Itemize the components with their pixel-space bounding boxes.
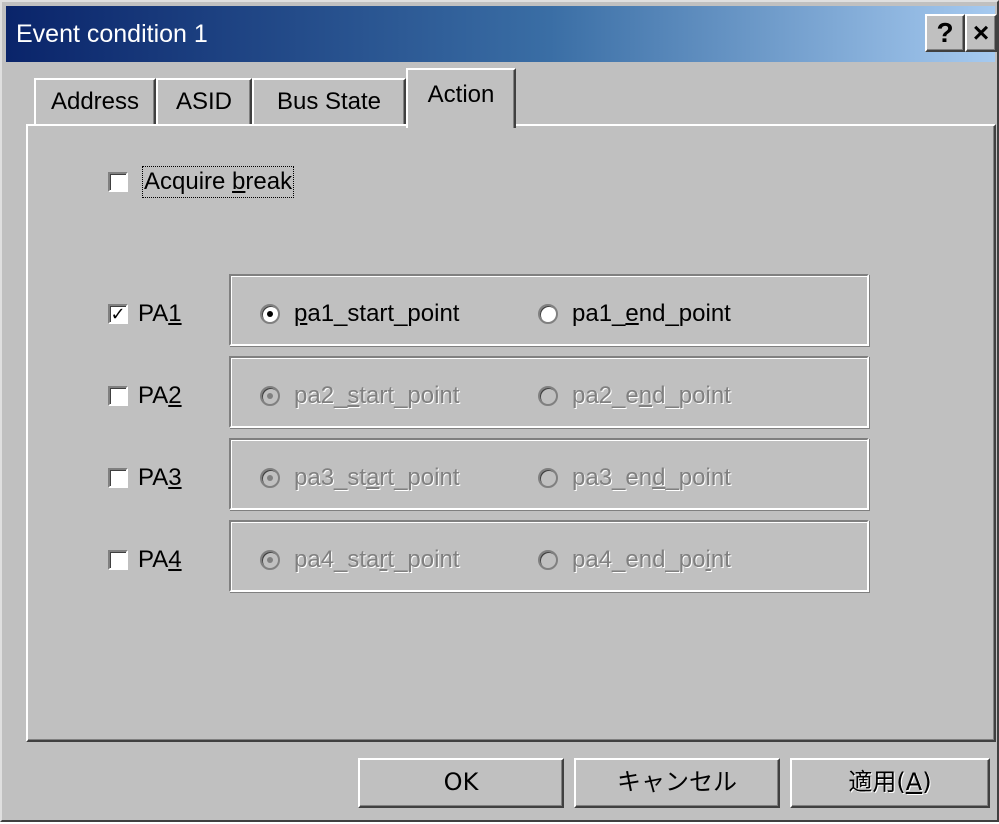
acquire-break-label[interactable]: Acquire break bbox=[141, 166, 295, 198]
pa2-checkbox[interactable] bbox=[108, 386, 128, 406]
ok-button-label: OK bbox=[443, 768, 479, 796]
pa4-end-label[interactable]: pa4_end_point bbox=[572, 546, 731, 574]
pa4-start-label[interactable]: pa4_start_point bbox=[294, 546, 459, 574]
cancel-button[interactable]: キャンセル bbox=[574, 758, 780, 808]
pa3-label: PA3 bbox=[138, 464, 182, 491]
pa2-start-label[interactable]: pa2_start_point bbox=[294, 382, 459, 410]
ok-button[interactable]: OK bbox=[358, 758, 564, 808]
event-condition-dialog: Event condition 1 ? × Address ASID Bus S… bbox=[0, 0, 999, 822]
pa2-end-label[interactable]: pa2_end_point bbox=[572, 382, 731, 410]
cancel-button-label: キャンセル bbox=[617, 768, 737, 796]
pa2-start-radio[interactable] bbox=[260, 386, 280, 406]
pa2-end-radio[interactable] bbox=[538, 386, 558, 406]
apply-button[interactable]: 適用(A) bbox=[790, 758, 990, 808]
pa3-start-radio[interactable] bbox=[260, 468, 280, 488]
pa3-checkbox[interactable] bbox=[108, 468, 128, 488]
pa4-label: PA4 bbox=[138, 546, 182, 573]
pa1-checkbox[interactable]: ✓ bbox=[108, 304, 128, 324]
acquire-break-checkbox[interactable] bbox=[108, 172, 128, 192]
pa1-start-radio[interactable] bbox=[260, 304, 280, 324]
pa4-start-radio[interactable] bbox=[260, 550, 280, 570]
pa1-label: PA1 bbox=[138, 300, 182, 327]
pa1-end-radio[interactable] bbox=[538, 304, 558, 324]
pa1-end-label[interactable]: pa1_end_point bbox=[572, 300, 731, 328]
apply-button-label: 適用(A) bbox=[848, 768, 932, 796]
pa4-checkbox[interactable] bbox=[108, 550, 128, 570]
tab-action[interactable]: Action bbox=[406, 68, 516, 128]
pa3-end-label[interactable]: pa3_end_point bbox=[572, 464, 731, 492]
pa3-start-label[interactable]: pa3_start_point bbox=[294, 464, 459, 492]
pa1-start-label[interactable]: pa1_start_point bbox=[294, 300, 459, 328]
tab-action-label: Action bbox=[427, 81, 495, 108]
action-tab-panel: Acquire break ✓ PA1 pa1_start_point pa1_… bbox=[26, 124, 996, 742]
pa3-end-radio[interactable] bbox=[538, 468, 558, 488]
pa4-end-radio[interactable] bbox=[538, 550, 558, 570]
checkmark-icon: ✓ bbox=[110, 304, 126, 324]
pa2-label: PA2 bbox=[138, 382, 182, 409]
